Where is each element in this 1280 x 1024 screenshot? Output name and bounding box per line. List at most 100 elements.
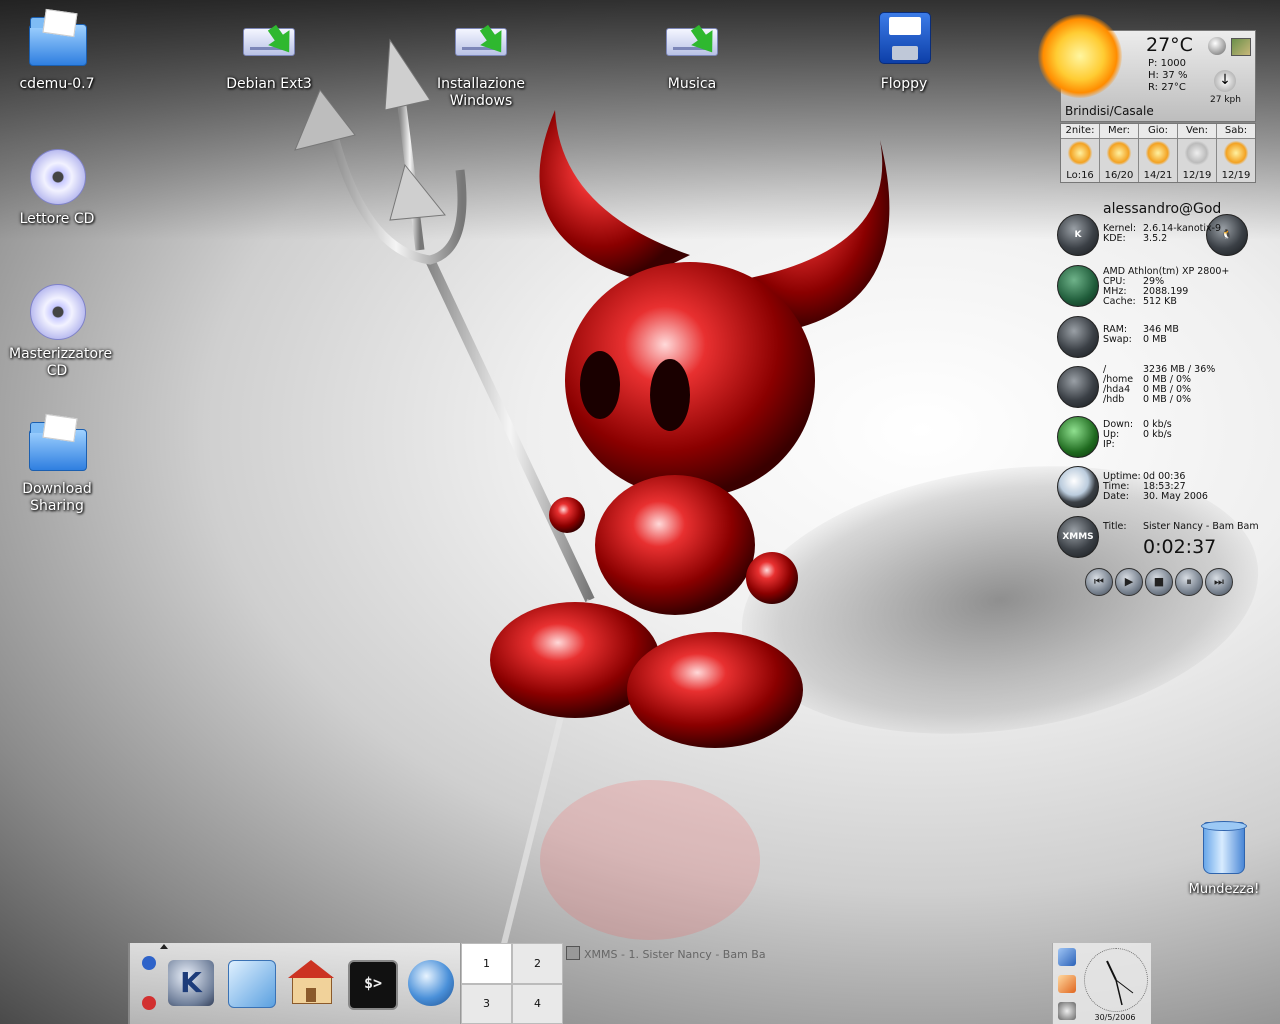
- wind-arrow-icon: ↓: [1214, 70, 1236, 92]
- swap-key: Swap:: [1103, 334, 1132, 345]
- forecast-temps: 12/19: [1182, 170, 1212, 181]
- kde-value: 3.5.2: [1143, 233, 1168, 244]
- trash-icon: [1201, 821, 1247, 874]
- forecast-day-label: Sab:: [1217, 124, 1255, 139]
- desktop-icon-label: Lettore CD: [19, 211, 95, 227]
- kernel-info: Kernel: 2.6.14-kanotix-9 KDE: 3.5.2: [1103, 224, 1221, 244]
- ip-key: IP:: [1103, 439, 1115, 450]
- forecast-day-label: 2nite:: [1061, 124, 1099, 139]
- web-browser-icon[interactable]: [408, 960, 454, 1006]
- next-track-button[interactable]: ⏭: [1205, 568, 1233, 596]
- stop-button[interactable]: ■: [1145, 568, 1173, 596]
- virtual-desktop-pager: 1 2 3 4: [460, 943, 563, 1024]
- title-key: Title:: [1103, 521, 1127, 532]
- logout-icon[interactable]: [142, 996, 156, 1010]
- xmms-elapsed-time: 0:02:37: [1143, 536, 1217, 558]
- folder-icon: [25, 8, 89, 74]
- desktop-3-button[interactable]: 3: [461, 983, 512, 1024]
- forecast-day-label: Ven:: [1178, 124, 1216, 139]
- disk-info: /3236 MB / 36% /home 0 MB / 0% /hda4 0 MB …: [1103, 365, 1215, 405]
- taskbar-button-label: XMMS - 1. Sister Nancy - Bam Ba: [584, 948, 766, 961]
- forecast-temps: 16/20: [1104, 170, 1134, 181]
- forecast-temps: 12/19: [1221, 170, 1251, 181]
- network-monitor-icon[interactable]: [1058, 948, 1076, 966]
- hard-drive-icon: [660, 10, 724, 74]
- hdb-value: 0 MB / 0%: [1143, 394, 1192, 405]
- forecast-day: Gio: 14/21: [1139, 124, 1178, 182]
- previous-track-button[interactable]: ⏮: [1085, 568, 1113, 596]
- forecast-day: Ven: 12/19: [1178, 124, 1217, 182]
- forecast-day-label: Gio:: [1139, 124, 1177, 139]
- desktop-1-button[interactable]: 1: [461, 943, 512, 984]
- storm-icon: [1184, 141, 1210, 165]
- weather-real-feel: R: 27°C: [1148, 82, 1186, 93]
- sun-icon: [1038, 14, 1122, 98]
- desktop-icon-label: Installazione Windows: [436, 76, 525, 109]
- hdb-key: /hdb: [1103, 394, 1125, 405]
- xmms-title: Title: Sister Nancy - Bam Bam: [1103, 522, 1259, 532]
- desktop-icon-label: Debian Ext3: [226, 76, 312, 92]
- desktop-icon-cdemu[interactable]: cdemu-0.7: [2, 8, 112, 93]
- hard-drive-icon: [237, 10, 301, 74]
- weather-forecast: 2nite: Lo:16 Mer: 16/20 Gio: 14/21 Ven: …: [1060, 123, 1256, 183]
- forecast-temps: 14/21: [1143, 170, 1173, 181]
- cd-icon: [25, 145, 89, 209]
- desktop-2-button[interactable]: 2: [512, 943, 563, 984]
- partly-cloudy-icon: [1223, 141, 1249, 165]
- up-value: 0 kb/s: [1143, 429, 1172, 440]
- desktop-icon-label: Mundezza!: [1188, 882, 1260, 897]
- floppy-icon: [872, 10, 936, 74]
- cpu-icon: [1057, 265, 1099, 307]
- forecast-day: Mer: 16/20: [1100, 124, 1139, 182]
- home-folder-icon[interactable]: [288, 960, 334, 1006]
- pause-button[interactable]: ⏸: [1175, 568, 1203, 596]
- clock-date: 30/5/2006: [1094, 1013, 1136, 1022]
- hard-disk-icon: [1057, 366, 1099, 408]
- desktop-icon-installazione-windows[interactable]: Installazione Windows: [426, 10, 536, 110]
- clock-icon: [1057, 466, 1099, 508]
- analog-clock[interactable]: [1084, 948, 1148, 1012]
- desktop-icon-label: Floppy: [880, 76, 928, 92]
- weather-temperature: 27°C: [1146, 34, 1193, 56]
- play-button[interactable]: ▶: [1115, 568, 1143, 596]
- desktop-icon-floppy[interactable]: Floppy: [849, 10, 959, 93]
- desktop-icon-download-sharing[interactable]: Download Sharing: [2, 413, 112, 515]
- memory-chip-icon: [1057, 316, 1099, 358]
- desktop-4-button[interactable]: 4: [512, 983, 563, 1024]
- desktop-icon-label: Masterizzatore CD: [9, 346, 113, 379]
- system-user-host: alessandro@God: [1103, 201, 1222, 217]
- kde-icon: K: [1057, 214, 1099, 256]
- weather-humidity: H: 37 %: [1148, 70, 1188, 81]
- radar-map-icon[interactable]: [1231, 38, 1251, 56]
- forecast-day-label: Mer:: [1100, 124, 1138, 139]
- partly-cloudy-icon: [1067, 141, 1093, 165]
- taskbar-button-xmms[interactable]: XMMS - 1. Sister Nancy - Bam Ba: [566, 946, 866, 961]
- lock-screen-icon[interactable]: [142, 956, 156, 970]
- volume-icon[interactable]: [1058, 1002, 1076, 1020]
- hard-drive-icon: [449, 10, 513, 74]
- sunny-icon: [1106, 141, 1132, 165]
- network-info: Down: 0 kb/s Up: 0 kb/s IP:: [1103, 420, 1172, 450]
- desktop-icon-lettore-cd[interactable]: Lettore CD: [2, 145, 112, 228]
- panel-hide-arrow-icon[interactable]: [160, 944, 168, 949]
- memory-info: RAM: 346 MB Swap: 0 MB: [1103, 325, 1179, 345]
- title-value: Sister Nancy - Bam Bam: [1143, 521, 1259, 532]
- weather-wind: 27 kph: [1210, 95, 1241, 105]
- forecast-temps: Lo:16: [1066, 170, 1094, 181]
- globe-icon[interactable]: [1208, 37, 1226, 55]
- klipper-icon[interactable]: [1058, 975, 1076, 993]
- time-info: Uptime: 0d 00:36 Time: 18:53:27 Date: 30. M…: [1103, 472, 1208, 502]
- desktop-icon-debian-ext3[interactable]: Debian Ext3: [214, 10, 324, 93]
- desktop-icon-masterizzatore-cd[interactable]: Masterizzatore CD: [2, 280, 112, 380]
- desktop-icon-label: cdemu-0.7: [19, 76, 95, 92]
- cache-key: Cache:: [1103, 296, 1136, 307]
- xmms-icon: XMMS: [1057, 516, 1099, 558]
- forecast-day: Sab: 12/19: [1217, 124, 1255, 182]
- text-editor-icon[interactable]: [228, 960, 276, 1008]
- forecast-day: 2nite: Lo:16: [1061, 124, 1100, 182]
- desktop-icon-trash[interactable]: Mundezza!: [1182, 821, 1266, 897]
- xmms-window-icon: [566, 946, 580, 960]
- desktop-icon-musica[interactable]: Musica: [637, 10, 747, 93]
- kde-menu-icon[interactable]: K: [168, 960, 214, 1006]
- terminal-icon[interactable]: $>: [348, 960, 398, 1010]
